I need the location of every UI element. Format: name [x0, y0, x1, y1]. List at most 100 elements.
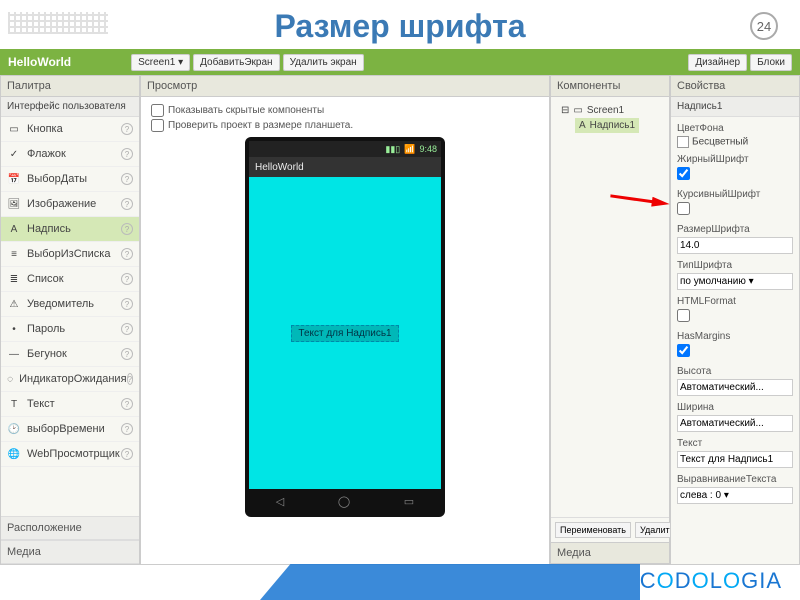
palette-item-icon: ⚠: [7, 297, 21, 311]
text-label: Текст: [677, 438, 793, 449]
help-icon[interactable]: ?: [121, 198, 133, 210]
components-panel: Компоненты ⊟ ▭ Screen1 A Надпись1 Переим…: [550, 75, 670, 565]
palette-item-12[interactable]: 🕑 выборВремени?: [1, 417, 139, 442]
palette-category-layout[interactable]: Расположение: [1, 516, 139, 540]
palette-item-icon: ✓: [7, 147, 21, 161]
palette-category-ui[interactable]: Интерфейс пользователя: [1, 97, 139, 117]
htmlformat-label: HTMLFormat: [677, 296, 793, 307]
palette-item-icon: ≣: [7, 272, 21, 286]
textalign-select[interactable]: [677, 487, 793, 504]
palette-item-label: ИндикаторОжидания: [19, 373, 126, 385]
palette-item-label: ВыборИзСписка: [27, 248, 110, 260]
palette-item-9[interactable]: —Бегунок?: [1, 342, 139, 367]
help-icon[interactable]: ?: [121, 148, 133, 160]
phone-preview: ▮▮▯ 📶 9:48 HelloWorld Текст для Надпись1…: [245, 137, 445, 517]
label-component[interactable]: Текст для Надпись1: [291, 325, 398, 342]
rename-button[interactable]: Переименовать: [555, 522, 631, 538]
bold-checkbox[interactable]: [677, 167, 690, 180]
palette-item-8[interactable]: •Пароль?: [1, 317, 139, 342]
help-icon[interactable]: ?: [121, 273, 133, 285]
bgcolor-value[interactable]: Бесцветный: [692, 137, 748, 148]
palette-item-label: Флажок: [27, 148, 66, 160]
help-icon[interactable]: ?: [121, 348, 133, 360]
slide-number-badge: 24: [750, 12, 778, 40]
palette-item-13[interactable]: 🌐 WebПросмотрщик?: [1, 442, 139, 467]
phone-appbar: HelloWorld: [249, 157, 441, 177]
collapse-icon[interactable]: ⊟: [561, 105, 569, 116]
show-hidden-checkbox[interactable]: [151, 104, 164, 117]
help-icon[interactable]: ?: [121, 123, 133, 135]
typeface-select[interactable]: [677, 273, 793, 290]
palette-item-6[interactable]: ≣ Список?: [1, 267, 139, 292]
palette-item-icon: ◌: [7, 372, 13, 386]
palette-item-7[interactable]: ⚠Уведомитель?: [1, 292, 139, 317]
footer-decoration: [260, 564, 640, 600]
help-icon[interactable]: ?: [121, 248, 133, 260]
palette-item-icon: 🕑: [7, 422, 21, 436]
textalign-label: ВыравниваниеТекста: [677, 474, 793, 485]
bgcolor-swatch[interactable]: [677, 136, 689, 148]
help-icon[interactable]: ?: [121, 448, 133, 460]
hasmargins-checkbox[interactable]: [677, 344, 690, 357]
palette-item-5[interactable]: ≡ВыборИзСписка?: [1, 242, 139, 267]
signal-icon: ▮▮▯: [385, 144, 400, 155]
help-icon[interactable]: ?: [121, 323, 133, 335]
palette-item-4[interactable]: AНадпись?: [1, 217, 139, 242]
palette-item-label: Изображение: [27, 198, 96, 210]
htmlformat-checkbox[interactable]: [677, 309, 690, 322]
palette-category-media[interactable]: Медиа: [1, 540, 139, 564]
designer-tab-button[interactable]: Дизайнер: [688, 54, 747, 71]
blocks-tab-button[interactable]: Блоки: [750, 54, 792, 71]
palette-list: ▭Кнопка?✓Флажок?📅ВыборДаты?🖼Изображение?…: [1, 117, 139, 516]
fontsize-input[interactable]: [677, 237, 793, 254]
help-icon[interactable]: ?: [127, 373, 133, 385]
width-label: Ширина: [677, 402, 793, 413]
palette-item-11[interactable]: TТекст?: [1, 392, 139, 417]
tree-root-screen[interactable]: ⊟ ▭ Screen1: [557, 103, 663, 118]
palette-item-label: Список: [27, 273, 64, 285]
recent-icon: ▭: [404, 495, 414, 508]
palette-item-label: WebПросмотрщик: [27, 448, 120, 460]
text-input[interactable]: [677, 451, 793, 468]
width-input[interactable]: [677, 415, 793, 432]
help-icon[interactable]: ?: [121, 173, 133, 185]
palette-item-10[interactable]: ◌ ИндикаторОжидания?: [1, 367, 139, 392]
palette-item-3[interactable]: 🖼Изображение?: [1, 192, 139, 217]
bold-label: ЖирныйШрифт: [677, 154, 793, 165]
screen-select-button[interactable]: Screen1 ▾: [131, 54, 190, 71]
palette-item-label: Кнопка: [27, 123, 63, 135]
italic-checkbox[interactable]: [677, 202, 690, 215]
tablet-preview-label: Проверить проект в размере планшета.: [168, 120, 353, 131]
palette-item-label: Бегунок: [27, 348, 67, 360]
tablet-preview-checkbox[interactable]: [151, 119, 164, 132]
phone-statusbar: ▮▮▯ 📶 9:48: [249, 141, 441, 157]
add-screen-button[interactable]: ДобавитьЭкран: [193, 54, 279, 71]
height-label: Высота: [677, 366, 793, 377]
slide-title: Размер шрифта: [0, 0, 800, 49]
remove-screen-button[interactable]: Удалить экран: [283, 54, 364, 71]
fontsize-label: РазмерШрифта: [677, 224, 793, 235]
bgcolor-label: ЦветФона: [677, 123, 793, 134]
properties-target: Надпись1: [671, 97, 799, 117]
palette-item-label: ВыборДаты: [27, 173, 87, 185]
palette-item-1[interactable]: ✓ Флажок?: [1, 142, 139, 167]
help-icon[interactable]: ?: [121, 398, 133, 410]
hasmargins-label: HasMargins: [677, 331, 793, 342]
help-icon[interactable]: ?: [121, 223, 133, 235]
app-topbar: HelloWorld Screen1 ▾ ДобавитьЭкран Удали…: [0, 49, 800, 75]
home-icon: ◯: [338, 495, 350, 508]
palette-item-label: выборВремени: [27, 423, 105, 435]
media-header: Медиа: [551, 542, 669, 564]
palette-item-2[interactable]: 📅ВыборДаты?: [1, 167, 139, 192]
screen-buttons: Screen1 ▾ ДобавитьЭкран Удалить экран: [131, 54, 364, 71]
properties-header: Свойства: [671, 76, 799, 97]
palette-item-0[interactable]: ▭Кнопка?: [1, 117, 139, 142]
tree-child-label[interactable]: A Надпись1: [575, 118, 639, 133]
help-icon[interactable]: ?: [121, 423, 133, 435]
palette-item-label: Надпись: [27, 223, 71, 235]
phone-screen[interactable]: Текст для Надпись1: [249, 177, 441, 489]
help-icon[interactable]: ?: [121, 298, 133, 310]
wifi-icon: 📶: [404, 144, 415, 155]
palette-item-icon: 🌐: [7, 447, 21, 461]
height-input[interactable]: [677, 379, 793, 396]
